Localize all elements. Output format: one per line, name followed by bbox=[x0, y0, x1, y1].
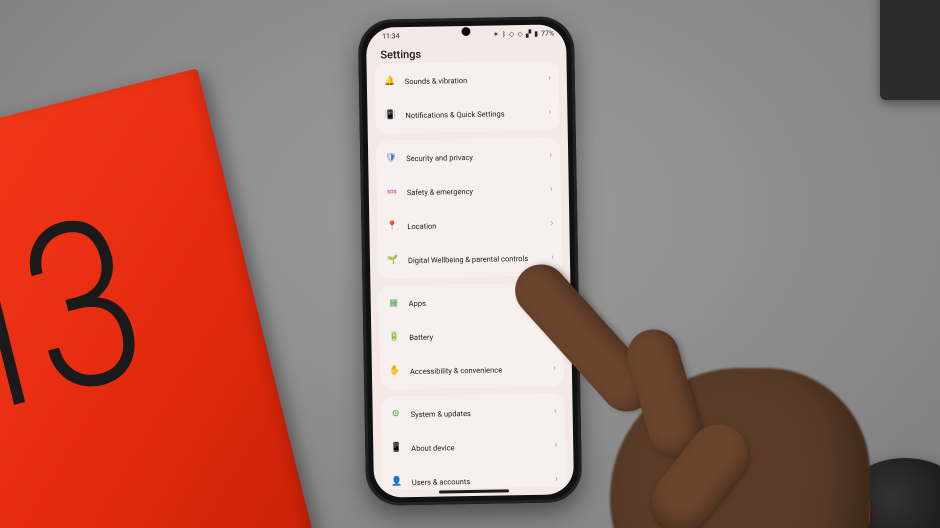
settings-group: 🔔 Sounds & vibration › 📳 Notifications & Qui… bbox=[375, 60, 560, 133]
battery-text: 77% bbox=[541, 29, 554, 37]
settings-row-label: Security and privacy bbox=[406, 151, 545, 162]
settings-row-label: Users & accounts bbox=[412, 475, 551, 486]
chevron-right-icon: › bbox=[550, 185, 553, 195]
settings-row[interactable]: ⚙ System & updates › bbox=[380, 394, 565, 431]
settings-row-label: Battery bbox=[409, 330, 548, 341]
settings-row-label: System & updates bbox=[411, 407, 550, 418]
wifi-icon: ◇ bbox=[509, 30, 515, 38]
notifications-icon: 📳 bbox=[383, 108, 397, 122]
settings-group: 🛡 Security and privacy › SOS Safety & emerge… bbox=[376, 137, 562, 278]
settings-row-label: Notifications & Quick Settings bbox=[405, 108, 544, 119]
chevron-right-icon: › bbox=[554, 407, 557, 417]
settings-row[interactable]: ✋ Accessibility & convenience › bbox=[380, 351, 565, 388]
front-camera bbox=[461, 27, 470, 36]
security-icon: 🛡 bbox=[384, 151, 398, 165]
accessibility-icon: ✋ bbox=[388, 364, 402, 378]
wellbeing-icon: 🌱 bbox=[386, 253, 400, 267]
settings-row[interactable]: 🔋 Battery › bbox=[379, 317, 564, 354]
chevron-right-icon: › bbox=[548, 74, 551, 84]
sos-icon: SOS bbox=[385, 185, 399, 199]
red-tag bbox=[822, 500, 870, 524]
settings-row[interactable]: 🌱 Digital Wellbeing & parental controls › bbox=[378, 240, 563, 277]
bluetooth-icon: ᛒ bbox=[502, 30, 506, 38]
apps-icon: ▦ bbox=[387, 296, 401, 310]
sounds-icon: 🔔 bbox=[383, 74, 397, 88]
chevron-right-icon: › bbox=[549, 151, 552, 161]
settings-row[interactable]: SOS Safety & emergency › bbox=[376, 172, 561, 209]
settings-row-label: Apps bbox=[409, 296, 548, 307]
chevron-right-icon: › bbox=[551, 253, 554, 263]
gesture-bar[interactable] bbox=[439, 489, 509, 493]
settings-row[interactable]: 🛡 Security and privacy › bbox=[376, 138, 561, 175]
users-icon: 👤 bbox=[390, 475, 404, 489]
chevron-right-icon: › bbox=[555, 475, 558, 485]
chevron-right-icon: › bbox=[552, 296, 555, 306]
object-top-right bbox=[880, 0, 940, 100]
chevron-right-icon: › bbox=[549, 108, 552, 118]
vibrate-icon: ✶ bbox=[493, 30, 499, 38]
settings-row-label: Safety & emergency bbox=[407, 185, 546, 196]
settings-row-label: Accessibility & convenience bbox=[410, 364, 549, 375]
location-icon: 📍 bbox=[385, 219, 399, 233]
signal-icon: ▞ bbox=[526, 30, 532, 38]
settings-group: ⚙ System & updates › 📱 About device › 👤 Users &… bbox=[380, 393, 566, 489]
settings-row[interactable]: 📍 Location › bbox=[377, 206, 562, 243]
settings-row[interactable]: 🔔 Sounds & vibration › bbox=[375, 61, 560, 98]
chevron-right-icon: › bbox=[553, 364, 556, 374]
settings-row-label: About device bbox=[411, 441, 550, 452]
wifi-icon: ◇ bbox=[517, 30, 523, 38]
settings-row[interactable]: ▦ Apps › bbox=[378, 283, 563, 320]
system-icon: ⚙ bbox=[389, 407, 403, 421]
settings-row-label: Digital Wellbeing & parental controls bbox=[408, 253, 547, 264]
phone-body: 11:34 ✶ ᛒ ◇ ◇ ▞ ▮ 77% Settings 🔔Sounds &… bbox=[358, 16, 582, 506]
status-time: 11:34 bbox=[382, 32, 400, 40]
settings-row[interactable]: 📳 Notifications & Quick Settings › bbox=[375, 95, 560, 132]
battery-icon: ▮ bbox=[534, 30, 538, 38]
status-icons: ✶ ᛒ ◇ ◇ ▞ ▮ 77% bbox=[493, 29, 554, 38]
settings-row[interactable]: 📱 About device › bbox=[381, 428, 566, 465]
chevron-right-icon: › bbox=[551, 219, 554, 229]
settings-scroll[interactable]: 🔔 Sounds & vibration › 📳 Notifications & Qui… bbox=[367, 60, 574, 489]
phone-screen[interactable]: 11:34 ✶ ᛒ ◇ ◇ ▞ ▮ 77% Settings 🔔Sounds &… bbox=[366, 24, 574, 497]
settings-row-label: Sounds & vibration bbox=[405, 74, 544, 85]
settings-group: ▦ Apps › 🔋 Battery › ✋ Accessibility & convenie… bbox=[378, 282, 564, 389]
battery-icon: 🔋 bbox=[387, 330, 401, 344]
settings-row-label: Location bbox=[407, 219, 546, 230]
settings-row[interactable]: 👤 Users & accounts › bbox=[382, 462, 567, 489]
chevron-right-icon: › bbox=[554, 441, 557, 451]
chevron-right-icon: › bbox=[553, 330, 556, 340]
about-icon: 📱 bbox=[389, 441, 403, 455]
